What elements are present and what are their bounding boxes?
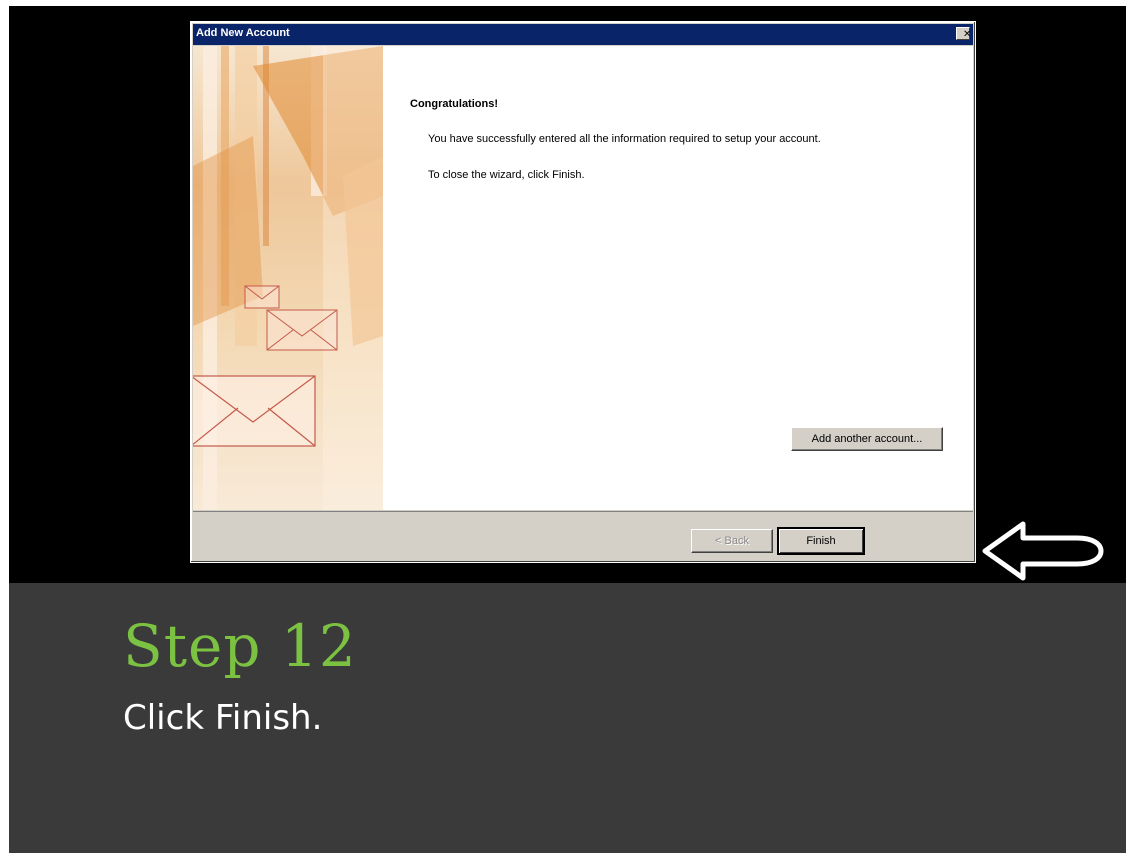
dialog-titlebar[interactable]: Add New Account ✕ xyxy=(193,24,973,45)
slide: Add New Account ✕ Congratulations! You h… xyxy=(9,6,1126,853)
congratulations-heading: Congratulations! xyxy=(410,98,498,110)
add-another-account-button[interactable]: Add another account... xyxy=(791,427,943,451)
close-icon: ✕ xyxy=(963,29,972,40)
close-button[interactable]: ✕ xyxy=(956,27,972,40)
dialog-title: Add New Account xyxy=(196,27,290,39)
wizard-button-bar: < Back Finish xyxy=(193,511,973,560)
wizard-content: Congratulations! You have successfully e… xyxy=(193,46,973,510)
wizard-side-banner xyxy=(193,46,383,510)
add-account-dialog: Add New Account ✕ Congratulations! You h… xyxy=(190,21,976,563)
step-title: Step 12 xyxy=(123,612,357,680)
back-button[interactable]: < Back xyxy=(691,529,773,553)
success-message: You have successfully entered all the in… xyxy=(428,133,821,145)
step-instruction: Click Finish. xyxy=(123,698,323,738)
close-instruction: To close the wizard, click Finish. xyxy=(428,169,585,181)
finish-button[interactable]: Finish xyxy=(777,527,865,555)
left-arrow-icon xyxy=(982,521,1104,581)
envelope-icon xyxy=(193,375,316,447)
envelope-icon xyxy=(266,309,338,351)
envelope-icon xyxy=(244,285,280,309)
